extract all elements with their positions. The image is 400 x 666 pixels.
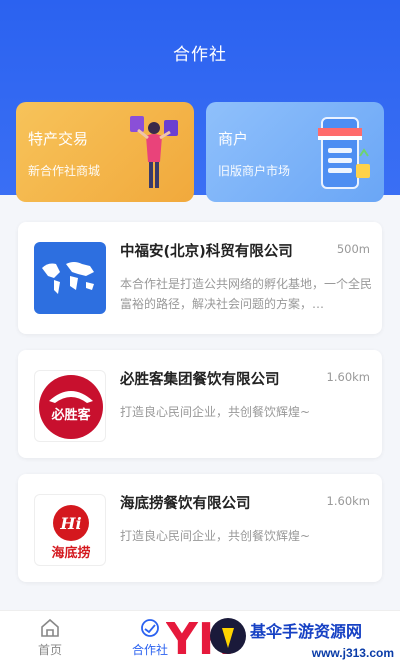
distance-label: 500m [336, 242, 370, 256]
mobile-store-icon [318, 117, 370, 189]
haidilao-logo-mark: Hi [59, 514, 81, 533]
haidilao-logo: Hi 海底捞 [34, 494, 106, 566]
home-icon [41, 618, 59, 637]
tab-label: 首页 [37, 643, 62, 657]
world-map-icon [34, 242, 106, 314]
banner-title: 商户 [218, 130, 249, 148]
pizza-hut-logo-text: 必胜客 [50, 407, 91, 423]
company-description: 打造良心民间企业，共创餐饮辉煌~ [120, 405, 311, 419]
tab-home[interactable]: 首页 [10, 617, 90, 658]
watermark-text: 基伞手游资源网 [250, 622, 363, 641]
banner-specialty-trade[interactable]: 特产交易 新合作社商城 [16, 102, 194, 202]
banner-subtitle: 旧版商户市场 [218, 164, 291, 178]
banner-subtitle: 新合作社商城 [28, 164, 101, 178]
watermark: YH 基伞手游资源网 www.j313.com [166, 608, 400, 664]
watermark-logo-icon: YH [166, 614, 246, 664]
company-name: 中福安(北京)科贸有限公司 [120, 244, 293, 260]
cooperative-icon [141, 619, 159, 637]
banner-merchant[interactable]: 商户 旧版商户市场 [206, 102, 384, 202]
pizza-hut-logo: 必胜客 [34, 370, 106, 442]
page-title: 合作社 [173, 45, 227, 65]
shopping-woman-icon [130, 116, 178, 188]
company-name: 海底捞餐饮有限公司 [120, 496, 251, 512]
tab-label: 合作社 [131, 643, 168, 657]
company-name: 必胜客集团餐饮有限公司 [120, 372, 280, 388]
list-item[interactable]: Hi 海底捞 海底捞餐饮有限公司 1.60km 打造良心民间企业，共创餐饮辉煌~ [18, 474, 382, 582]
company-description: 本合作社是打造公共网络的孵化基地，一个全民富裕的路径，解决社会问题的方案，… [120, 277, 373, 311]
list-item[interactable]: 中福安(北京)科贸有限公司 500m 本合作社是打造公共网络的孵化基地，一个全民… [18, 222, 382, 334]
list-item[interactable]: 必胜客 必胜客集团餐饮有限公司 1.60km 打造良心民间企业，共创餐饮辉煌~ [18, 350, 382, 458]
banner-title: 特产交易 [28, 130, 89, 148]
haidilao-logo-text: 海底捞 [51, 545, 90, 561]
distance-label: 1.60km [326, 370, 370, 384]
distance-label: 1.60km [326, 494, 370, 508]
watermark-site: www.j313.com [311, 646, 394, 660]
company-description: 打造良心民间企业，共创餐饮辉煌~ [120, 529, 311, 543]
